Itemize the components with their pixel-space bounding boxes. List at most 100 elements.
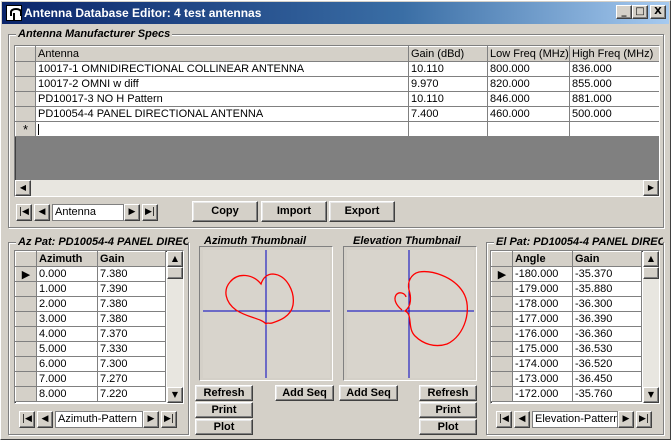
table-row[interactable]: PD10054-4 PANEL DIRECTIONAL ANTENNA 7.40… — [15, 106, 659, 122]
antenna-name-cell[interactable]: PD10054-4 PANEL DIRECTIONAL ANTENNA — [35, 106, 409, 122]
table-row[interactable]: 4.000 7.370 — [15, 326, 166, 342]
el-plot-button[interactable]: Plot — [419, 419, 477, 435]
gain-cell[interactable]: 10.110 — [408, 61, 488, 77]
scroll-right-icon[interactable]: ▶ — [643, 180, 659, 196]
scroll-up-icon[interactable]: ▲ — [643, 251, 659, 267]
table-row[interactable]: ▶ 0.000 7.380 — [15, 266, 166, 282]
table-row[interactable]: 7.000 7.270 — [15, 371, 166, 387]
gain-cell[interactable]: -35.880 — [572, 281, 642, 297]
table-row[interactable]: -172.000 -35.760 — [491, 386, 642, 402]
gain-cell[interactable]: -36.520 — [572, 356, 642, 372]
low-freq-cell[interactable]: 820.000 — [487, 76, 570, 92]
gain-cell[interactable]: 7.380 — [97, 311, 166, 327]
el-print-button[interactable]: Print — [419, 402, 477, 418]
high-freq-cell[interactable]: 836.000 — [569, 61, 659, 77]
new-antenna-cell[interactable] — [35, 121, 409, 137]
row-selector[interactable] — [15, 371, 37, 387]
scroll-down-icon[interactable]: ▼ — [167, 387, 183, 403]
table-row[interactable]: ▶ -180.000 -35.370 — [491, 266, 642, 282]
table-row[interactable]: -175.000 -36.530 — [491, 341, 642, 357]
elevation-grid[interactable]: Angle Gain ▶ -180.000 -35.370 -179.000 -35.… — [490, 250, 660, 404]
export-button[interactable]: Export — [329, 201, 395, 222]
gain-cell[interactable]: -36.530 — [572, 341, 642, 357]
manufacturer-hscroll-track[interactable] — [15, 180, 659, 196]
nav-prev-icon[interactable]: ◀ — [34, 204, 50, 221]
close-button[interactable]: X — [650, 5, 666, 19]
row-selector[interactable] — [15, 311, 37, 327]
gain-cell[interactable]: 7.380 — [97, 266, 166, 282]
az-print-button[interactable]: Print — [195, 402, 253, 418]
gain-cell[interactable]: -35.760 — [572, 386, 642, 402]
high-freq-cell[interactable]: 881.000 — [569, 91, 659, 107]
manufacturer-grid[interactable]: Antenna Gain (dBd) Low Freq (MHz) High F… — [14, 45, 660, 197]
gain-cell[interactable]: 7.220 — [97, 386, 166, 402]
table-row[interactable]: 10017-1 OMNIDIRECTIONAL COLLINEAR ANTENN… — [15, 61, 659, 77]
maximize-button[interactable]: □ — [632, 5, 648, 19]
azimuth-cell[interactable]: 4.000 — [36, 326, 98, 342]
column-header-angle[interactable]: Angle — [512, 251, 573, 267]
row-selector[interactable] — [491, 341, 513, 357]
table-row[interactable]: 1.000 7.390 — [15, 281, 166, 297]
scroll-thumb[interactable] — [643, 267, 659, 279]
table-row[interactable]: -179.000 -35.880 — [491, 281, 642, 297]
azimuth-cell[interactable]: 8.000 — [36, 386, 98, 402]
new-record-row[interactable]: * — [15, 121, 659, 137]
azimuth-cell[interactable]: 7.000 — [36, 371, 98, 387]
scroll-up-icon[interactable]: ▲ — [167, 251, 183, 267]
el-nav-last-icon[interactable]: ▶| — [636, 411, 652, 428]
gain-cell[interactable]: -36.390 — [572, 311, 642, 327]
azimuth-nav-field[interactable]: Azimuth-Pattern — [55, 411, 143, 428]
gain-cell[interactable]: -36.450 — [572, 371, 642, 387]
column-header-antenna[interactable]: Antenna — [35, 46, 409, 62]
low-freq-cell[interactable]: 460.000 — [487, 106, 570, 122]
azimuth-cell[interactable]: 0.000 — [36, 266, 98, 282]
gain-cell[interactable]: 7.380 — [97, 296, 166, 312]
low-freq-cell[interactable]: 800.000 — [487, 61, 570, 77]
row-selector[interactable] — [491, 281, 513, 297]
gain-cell[interactable]: 7.300 — [97, 356, 166, 372]
antenna-name-cell[interactable]: 10017-2 OMNI w diff — [35, 76, 409, 92]
azimuth-cell[interactable]: 5.000 — [36, 341, 98, 357]
az-nav-next-icon[interactable]: ▶ — [143, 411, 159, 428]
import-button[interactable]: Import — [261, 201, 327, 222]
row-selector[interactable] — [15, 106, 36, 122]
column-header-gain[interactable]: Gain (dBd) — [408, 46, 488, 62]
az-nav-first-icon[interactable]: |◀ — [19, 411, 35, 428]
azimuth-cell[interactable]: 1.000 — [36, 281, 98, 297]
angle-cell[interactable]: -174.000 — [512, 356, 573, 372]
row-selector[interactable] — [15, 326, 37, 342]
gain-cell[interactable]: 7.270 — [97, 371, 166, 387]
nav-first-icon[interactable]: |◀ — [16, 204, 32, 221]
azimuth-cell[interactable]: 6.000 — [36, 356, 98, 372]
scroll-down-icon[interactable]: ▼ — [643, 387, 659, 403]
gain-cell[interactable]: -35.370 — [572, 266, 642, 282]
elevation-thumbnail-plot[interactable] — [347, 250, 474, 378]
low-freq-cell[interactable]: 846.000 — [487, 91, 570, 107]
angle-cell[interactable]: -175.000 — [512, 341, 573, 357]
column-header-azimuth[interactable]: Azimuth — [36, 251, 98, 267]
gain-cell[interactable]: -36.360 — [572, 326, 642, 342]
angle-cell[interactable]: -180.000 — [512, 266, 573, 282]
az-nav-prev-icon[interactable]: ◀ — [37, 411, 53, 428]
el-nav-first-icon[interactable]: |◀ — [496, 411, 512, 428]
row-selector[interactable] — [15, 356, 37, 372]
gain-cell[interactable]: 9.970 — [408, 76, 488, 92]
table-row[interactable]: -174.000 -36.520 — [491, 356, 642, 372]
azimuth-grid[interactable]: Azimuth Gain ▶ 0.000 7.380 1.000 7.390 2.00… — [14, 250, 184, 404]
az-nav-last-icon[interactable]: ▶| — [161, 411, 177, 428]
column-header-gain[interactable]: Gain — [97, 251, 166, 267]
scroll-left-icon[interactable]: ◀ — [15, 180, 31, 196]
row-selector[interactable] — [491, 371, 513, 387]
antenna-nav-field[interactable]: Antenna — [52, 204, 124, 221]
angle-cell[interactable]: -172.000 — [512, 386, 573, 402]
row-selector[interactable] — [491, 356, 513, 372]
angle-cell[interactable]: -173.000 — [512, 371, 573, 387]
el-refresh-button[interactable]: Refresh — [419, 385, 477, 401]
row-selector[interactable] — [15, 386, 37, 402]
table-row[interactable]: 8.000 7.220 — [15, 386, 166, 402]
row-selector[interactable] — [15, 281, 37, 297]
el-nav-next-icon[interactable]: ▶ — [618, 411, 634, 428]
minimize-button[interactable]: _ — [616, 5, 632, 19]
row-selector[interactable] — [491, 326, 513, 342]
row-selector[interactable] — [491, 296, 513, 312]
